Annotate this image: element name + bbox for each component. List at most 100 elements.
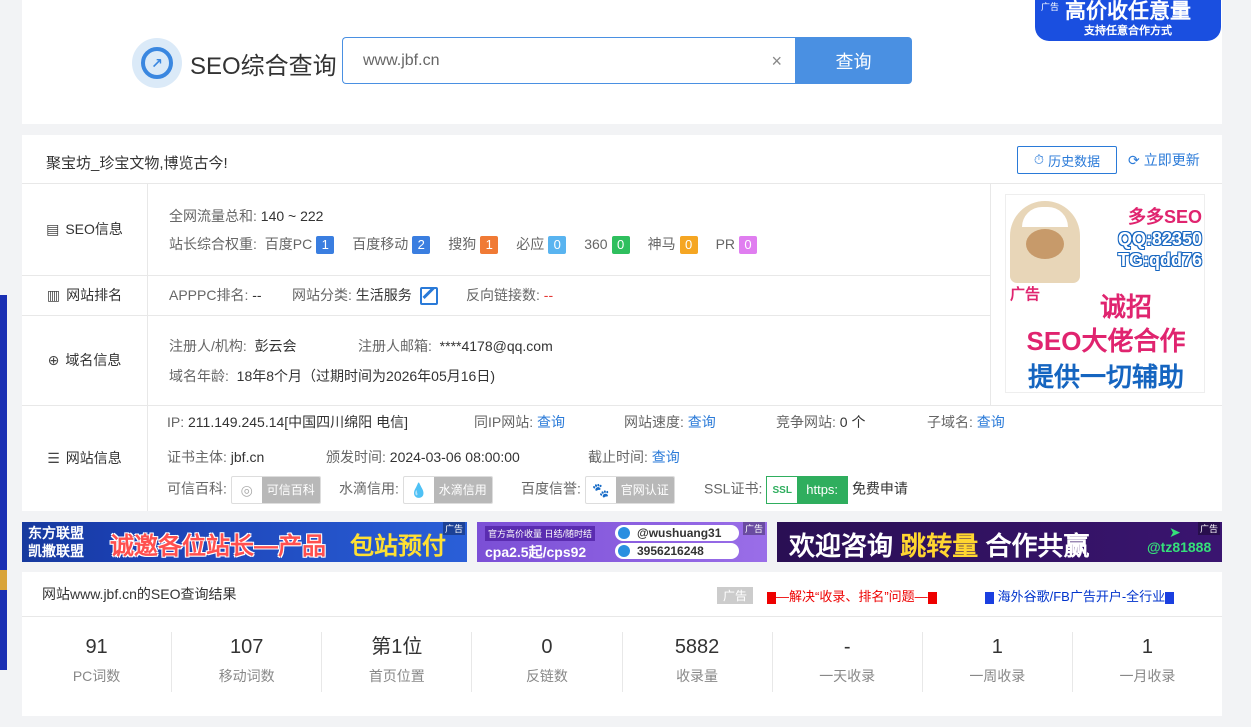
backlink-count: 反向链接数: --	[466, 287, 554, 303]
search-button[interactable]: 查询	[795, 37, 912, 84]
weight-row: 站长综合权重: 百度PC 1 百度移动 2 搜狗 1 必应 0 360 0 神马 0 PR 0	[169, 234, 758, 255]
ad-tag: 广告	[1197, 522, 1220, 535]
top-ad-banner[interactable]: 广告 高价收任意量 支持任意合作方式	[1035, 0, 1221, 41]
ssl-badge[interactable]: SSL https:	[766, 476, 849, 504]
speed-query-link[interactable]: 查询	[688, 414, 716, 430]
weight-badge[interactable]: 0	[739, 236, 758, 255]
telegram-contact: @wushuang31	[615, 525, 739, 541]
site-speed: 网站速度: 查询	[624, 414, 716, 430]
divider	[22, 315, 990, 316]
www-icon: ⊕	[47, 351, 60, 368]
divider	[22, 405, 1222, 406]
stat-value: 5882	[674, 636, 720, 658]
stat-label: 移动词数	[218, 668, 275, 684]
ad-tag: 广告	[1041, 2, 1060, 12]
weight-badge[interactable]: 1	[480, 236, 499, 255]
compete-sites: 竞争网站: 0 个	[776, 414, 866, 430]
stat-item[interactable]: 5882 收录量	[623, 632, 773, 692]
divider	[22, 616, 1222, 617]
text-ad-red[interactable]: —解决“收录、排名”问题—	[767, 586, 937, 605]
stat-value: 107	[230, 636, 264, 658]
banner-ad-2[interactable]: 官方高价收量 日结/随时结 cpa2.5起/cps92 @wushuang31 …	[477, 522, 767, 562]
site-title: 聚宝坊_珍宝文物,博览古今!	[46, 155, 228, 172]
weight-item: 百度PC 1	[265, 236, 335, 255]
weight-item: 搜狗 1	[448, 236, 499, 255]
history-icon: ⏱	[1033, 152, 1045, 167]
edit-icon[interactable]	[419, 287, 438, 306]
subdomain-query-link[interactable]: 查询	[977, 414, 1005, 430]
baike-badge[interactable]: ◎ 可信百科	[230, 476, 321, 504]
stat-value: 第1位	[371, 636, 423, 658]
refresh-icon: ⟳	[1128, 151, 1140, 168]
weight-badge[interactable]: 0	[611, 236, 630, 255]
refresh-button[interactable]: ⟳ 立即更新	[1128, 146, 1200, 174]
water-drop-icon: 💧	[410, 481, 428, 498]
left-side-ad-accent	[0, 570, 7, 590]
same-ip-sites: 同IP网站: 查询	[474, 414, 566, 430]
divider	[22, 183, 1222, 184]
ad-tag: 广告	[717, 587, 754, 604]
right-ad[interactable]: 多多SEO QQ:82350 TG:qdd76 广告 诚招 SEO大佬合作 提供…	[1005, 194, 1205, 393]
traffic-total: 全网流量总和: 140 ~ 222	[169, 208, 324, 224]
domain-age: 域名年龄: 18年8个月（过期时间为2026年05月16日)	[169, 368, 495, 384]
divider	[990, 183, 991, 405]
site-info-card: 聚宝坊_珍宝文物,博览古今! ⏱ 历史数据 ⟳ 立即更新 ▤ SEO信息 全网流…	[22, 135, 1222, 511]
seo-results-card: 网站www.jbf.cn的SEO查询结果 广告 —解决“收录、排名”问题— 海外…	[22, 572, 1222, 716]
subdomain: 子域名: 查询	[927, 414, 1005, 430]
qq-contact: 3956216248	[615, 543, 739, 559]
weight-item: 必应 0	[516, 236, 567, 255]
history-data-button[interactable]: ⏱ 历史数据	[1017, 146, 1117, 174]
ssl-cert: SSL证书: SSL https: 免费申请	[704, 476, 908, 504]
paw-icon: 🐾	[592, 481, 610, 498]
stat-item[interactable]: 91 PC词数	[22, 632, 173, 692]
stat-label: PC词数	[72, 668, 121, 684]
weight-badge[interactable]: 1	[316, 236, 335, 255]
stat-item[interactable]: - 一天收录	[773, 632, 923, 692]
stat-item[interactable]: 第1位首页位置	[322, 632, 473, 692]
cert-issue-time: 颁发时间: 2024-03-06 08:00:00	[326, 449, 520, 465]
document-icon: ▤	[46, 220, 60, 237]
weight-badge[interactable]: 0	[679, 236, 698, 255]
same-ip-query-link[interactable]: 查询	[537, 414, 565, 430]
ssl-shield-icon: SSL	[767, 477, 798, 503]
registrant-email: 注册人邮箱: ****4178@qq.com	[358, 338, 553, 354]
stat-label: 收录量	[676, 668, 719, 684]
stat-value: 91	[85, 636, 108, 658]
search-input[interactable]	[363, 51, 753, 70]
stat-value: 1	[991, 636, 1003, 658]
list-icon: ☰	[47, 449, 60, 466]
ssl-apply-link[interactable]: 免费申请	[852, 481, 908, 497]
stat-value: 1	[1141, 636, 1153, 658]
seo-info-label: ▤ SEO信息	[46, 220, 123, 238]
stat-label: 一月收录	[1119, 668, 1176, 684]
banner-ad-1[interactable]: 东方联盟 凯撒联盟 诚邀各位站长—产品 包站预付 广告	[22, 522, 467, 562]
weight-list: 百度PC 1 百度移动 2 搜狗 1 必应 0 360 0 神马 0 PR 0	[261, 236, 758, 255]
expire-query-link[interactable]: 查询	[652, 449, 680, 465]
stat-item[interactable]: 0 反链数	[472, 632, 623, 692]
stat-value: 0	[541, 636, 553, 658]
text-ad-blue[interactable]: 海外谷歌/FB广告开户-全行业	[985, 586, 1175, 605]
seo-logo-icon: ↗	[132, 38, 182, 88]
stat-item[interactable]: 1 一周收录	[923, 632, 1073, 692]
baidu-badge[interactable]: 🐾 官网认证	[584, 476, 675, 504]
stat-item[interactable]: 107 移动词数	[172, 632, 323, 692]
ad-tag: 广告	[442, 522, 465, 535]
clear-icon[interactable]: ×	[771, 51, 782, 72]
left-side-ad-strip[interactable]	[0, 295, 7, 670]
stat-label: 首页位置	[368, 668, 425, 684]
rank-label: ▥ 网站排名	[46, 286, 123, 304]
search-box: ×	[342, 37, 796, 84]
stat-label: 一天收录	[819, 668, 876, 684]
divider	[147, 183, 148, 511]
shuidi-badge[interactable]: 💧 水滴信用	[402, 476, 493, 504]
weight-item: 百度移动 2	[352, 236, 431, 255]
ad-character-image	[1010, 201, 1080, 283]
weight-badge[interactable]: 2	[412, 236, 431, 255]
banner-ad-3[interactable]: 欢迎咨询 跳转量 合作共赢 ➤ @tz81888 广告	[777, 522, 1222, 562]
weight-badge[interactable]: 0	[548, 236, 567, 255]
weight-item: PR 0	[716, 236, 758, 255]
stat-item[interactable]: 1 一月收录	[1073, 632, 1222, 692]
cert-subject: 证书主体: jbf.cn	[167, 449, 265, 465]
logo[interactable]: ↗ SEO综合查询	[132, 38, 337, 88]
apppc-rank: APPPC排名: --	[169, 287, 262, 303]
